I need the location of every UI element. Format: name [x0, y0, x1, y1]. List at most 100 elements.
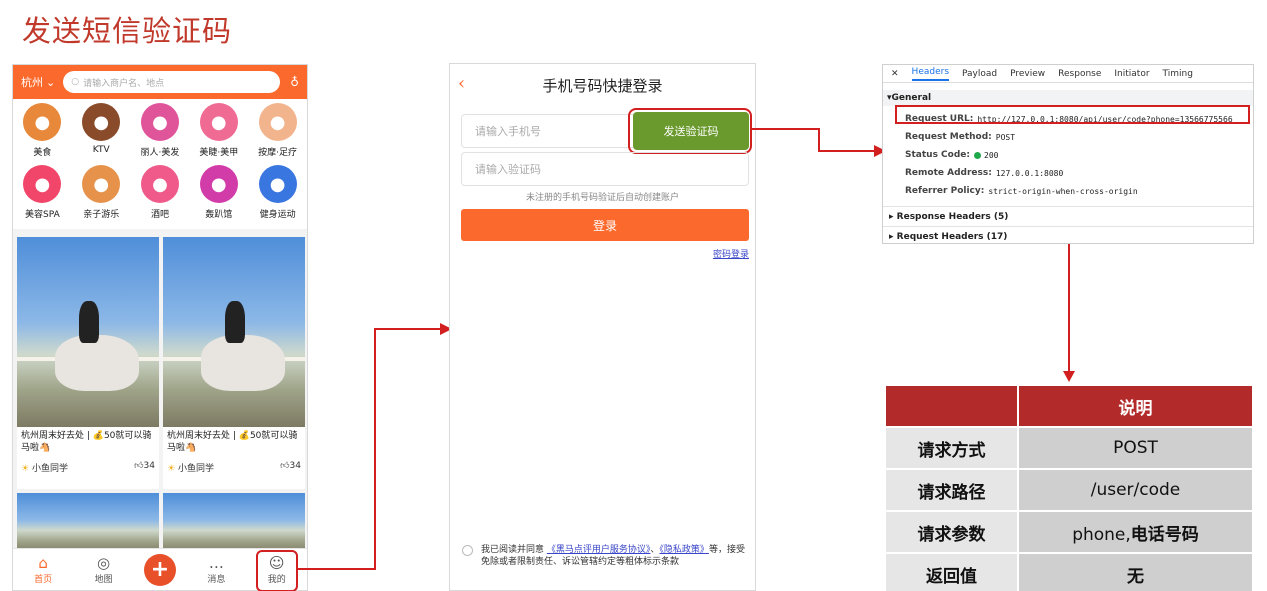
privacy-policy-link[interactable]: 《隐私政策》 [659, 545, 709, 555]
blog-meta: ☀ 小鱼同学 👍︎34 [17, 457, 159, 478]
tab-map[interactable]: ◎ 地图 [84, 554, 124, 585]
dumbbell-icon: ● [258, 165, 297, 203]
blog-card[interactable] [163, 493, 305, 553]
category-item[interactable]: ● 按摩·足疗 [248, 103, 307, 165]
massage-icon: ● [258, 103, 297, 141]
response-headers-section[interactable]: ▸ Response Headers (5) [883, 206, 1253, 226]
table-header-blank [886, 386, 1017, 426]
tab-label: 消息 [207, 575, 226, 585]
response-headers-label: Response Headers (5) [896, 211, 1009, 222]
user-agreement-link[interactable]: 《黑马点评用户服务协议》 [547, 545, 651, 555]
devtools-panel: ✕ Headers Payload Preview Response Initiator… [882, 64, 1254, 244]
add-button[interactable]: + [143, 553, 176, 586]
search-icon: ○ [71, 77, 80, 87]
user-icon[interactable]: ♁ [290, 75, 299, 89]
category-grid: ● 美食 ● KTV ● 丽人·美发 ● 美睫·美甲 ● 按摩·足疗 ● 美容SPA ● 亲子游乐 ● 酒吧 ●… [13, 99, 307, 229]
agreement-row: 我已阅读并同意 《黑马点评用户服务协议》、《隐私政策》等，接受免除或者限制责任、… [462, 544, 752, 568]
blog-image [163, 237, 305, 427]
nail-icon: ● [199, 103, 238, 141]
mine-tab-highlight [256, 550, 298, 591]
general-label: General [891, 93, 932, 103]
map-icon: ◎ [97, 554, 111, 572]
devtools-tab[interactable]: Payload [962, 69, 997, 79]
devtools-tab[interactable]: Headers [911, 67, 950, 81]
like-count: 34 [143, 461, 155, 471]
arrow-line [298, 568, 376, 570]
avatar-icon: ☀ [167, 464, 178, 474]
request-headers-section[interactable]: ▸ Request Headers (17) [883, 226, 1253, 246]
mask-icon: ● [199, 165, 238, 203]
category-item[interactable]: ● 美容SPA [13, 165, 72, 227]
arrow-line [818, 128, 820, 152]
category-item[interactable]: ● KTV [72, 103, 131, 165]
like-button[interactable]: 👍︎34 [280, 461, 301, 474]
category-item[interactable]: ● 亲子游乐 [72, 165, 131, 227]
spa-icon: ● [23, 165, 62, 203]
home-icon: ⌂ [38, 554, 48, 572]
devtools-tab[interactable]: Initiator [1114, 69, 1149, 79]
category-item[interactable]: ● 轰趴馆 [189, 165, 248, 227]
like-button[interactable]: 👍︎34 [134, 461, 155, 474]
arrow-line [374, 328, 376, 570]
home-top-bar: 杭州 ⌄ ○ 请输入商户名、地点 ♁ [13, 65, 307, 99]
blog-image [17, 237, 159, 427]
header-row: Status Code: 200 [905, 146, 1253, 164]
city-selector[interactable]: 杭州 ⌄ [21, 74, 55, 90]
search-input[interactable]: ○ 请输入商户名、地点 [63, 71, 281, 93]
blog-title: 杭州周末好去处 | 💰50就可以骑马啦🐴 [21, 431, 152, 453]
devtools-tabs: ✕ Headers Payload Preview Response Initiator… [883, 65, 1253, 83]
blog-card[interactable]: 杭州周末好去处 | 💰50就可以骑马啦🐴 ☀ 小鱼同学 👍︎34 [17, 237, 159, 489]
message-icon: … [208, 554, 224, 572]
tab-label: 地图 [94, 575, 113, 585]
category-label: 美容SPA [25, 210, 60, 220]
devtools-tab[interactable]: Response [1058, 69, 1101, 79]
blog-card[interactable]: 杭州周末好去处 | 💰50就可以骑马啦🐴 ☀ 小鱼同学 👍︎34 [163, 237, 305, 489]
phone-placeholder: 请输入手机号 [475, 125, 541, 138]
table-key: 请求路径 [886, 470, 1017, 510]
category-label: 美食 [33, 148, 52, 158]
search-placeholder: 请输入商户名、地点 [83, 78, 165, 89]
table-value-a: phone, [1072, 524, 1131, 545]
devtools-tab[interactable]: Timing [1163, 69, 1193, 79]
table-value: /user/code [1019, 470, 1252, 510]
chevron-down-icon: ⌄ [46, 75, 56, 89]
city-label: 杭州 [21, 76, 43, 89]
header-row: Request Method: POST [905, 128, 1253, 146]
table-key: 请求参数 [886, 512, 1017, 552]
thumbs-up-icon: 👍︎ [134, 461, 144, 471]
header-value: 200 [984, 150, 999, 160]
tab-message[interactable]: … 消息 [196, 554, 236, 585]
tab-home[interactable]: ⌂ 首页 [23, 554, 63, 585]
category-item[interactable]: ● 丽人·美发 [131, 103, 190, 165]
table-value-b: 电话号码 [1130, 524, 1199, 545]
code-field[interactable]: 请输入验证码 [461, 152, 749, 186]
triangle-right-icon: ▸ [889, 211, 897, 222]
category-item[interactable]: ● 酒吧 [131, 165, 190, 227]
arrow-line [374, 328, 444, 330]
table-header-row: 说明 [886, 386, 1252, 426]
header-key: Remote Address: [905, 168, 992, 178]
category-item[interactable]: ● 美食 [13, 103, 72, 165]
login-header: ‹ 手机号码快捷登录 [450, 64, 755, 106]
api-info-table: 说明 请求方式 POST 请求路径 /user/code 请求参数 phone,… [884, 384, 1254, 591]
hair-icon: ● [140, 103, 179, 141]
request-headers-label: Request Headers (17) [896, 231, 1008, 242]
back-arrow-icon[interactable]: ‹ [458, 73, 465, 94]
table-value: 无 [1019, 554, 1252, 591]
password-login-link[interactable]: 密码登录 [713, 247, 749, 260]
login-button[interactable]: 登录 [461, 209, 749, 241]
devtools-tab[interactable]: Preview [1010, 69, 1045, 79]
category-item[interactable]: ● 美睫·美甲 [189, 103, 248, 165]
blog-card[interactable] [17, 493, 159, 553]
close-icon[interactable]: ✕ [891, 69, 899, 79]
rider-shape [225, 301, 245, 343]
rider-shape [79, 301, 99, 343]
table-value: POST [1019, 428, 1252, 468]
table-row: 请求参数 phone,电话号码 [886, 512, 1252, 552]
arrow-line [818, 150, 878, 152]
thumbs-up-icon: 👍︎ [280, 461, 290, 471]
agree-radio[interactable] [462, 545, 473, 556]
arrow-line [751, 128, 820, 130]
general-section[interactable]: ▾ General [883, 90, 1253, 106]
category-item[interactable]: ● 健身运动 [248, 165, 307, 227]
